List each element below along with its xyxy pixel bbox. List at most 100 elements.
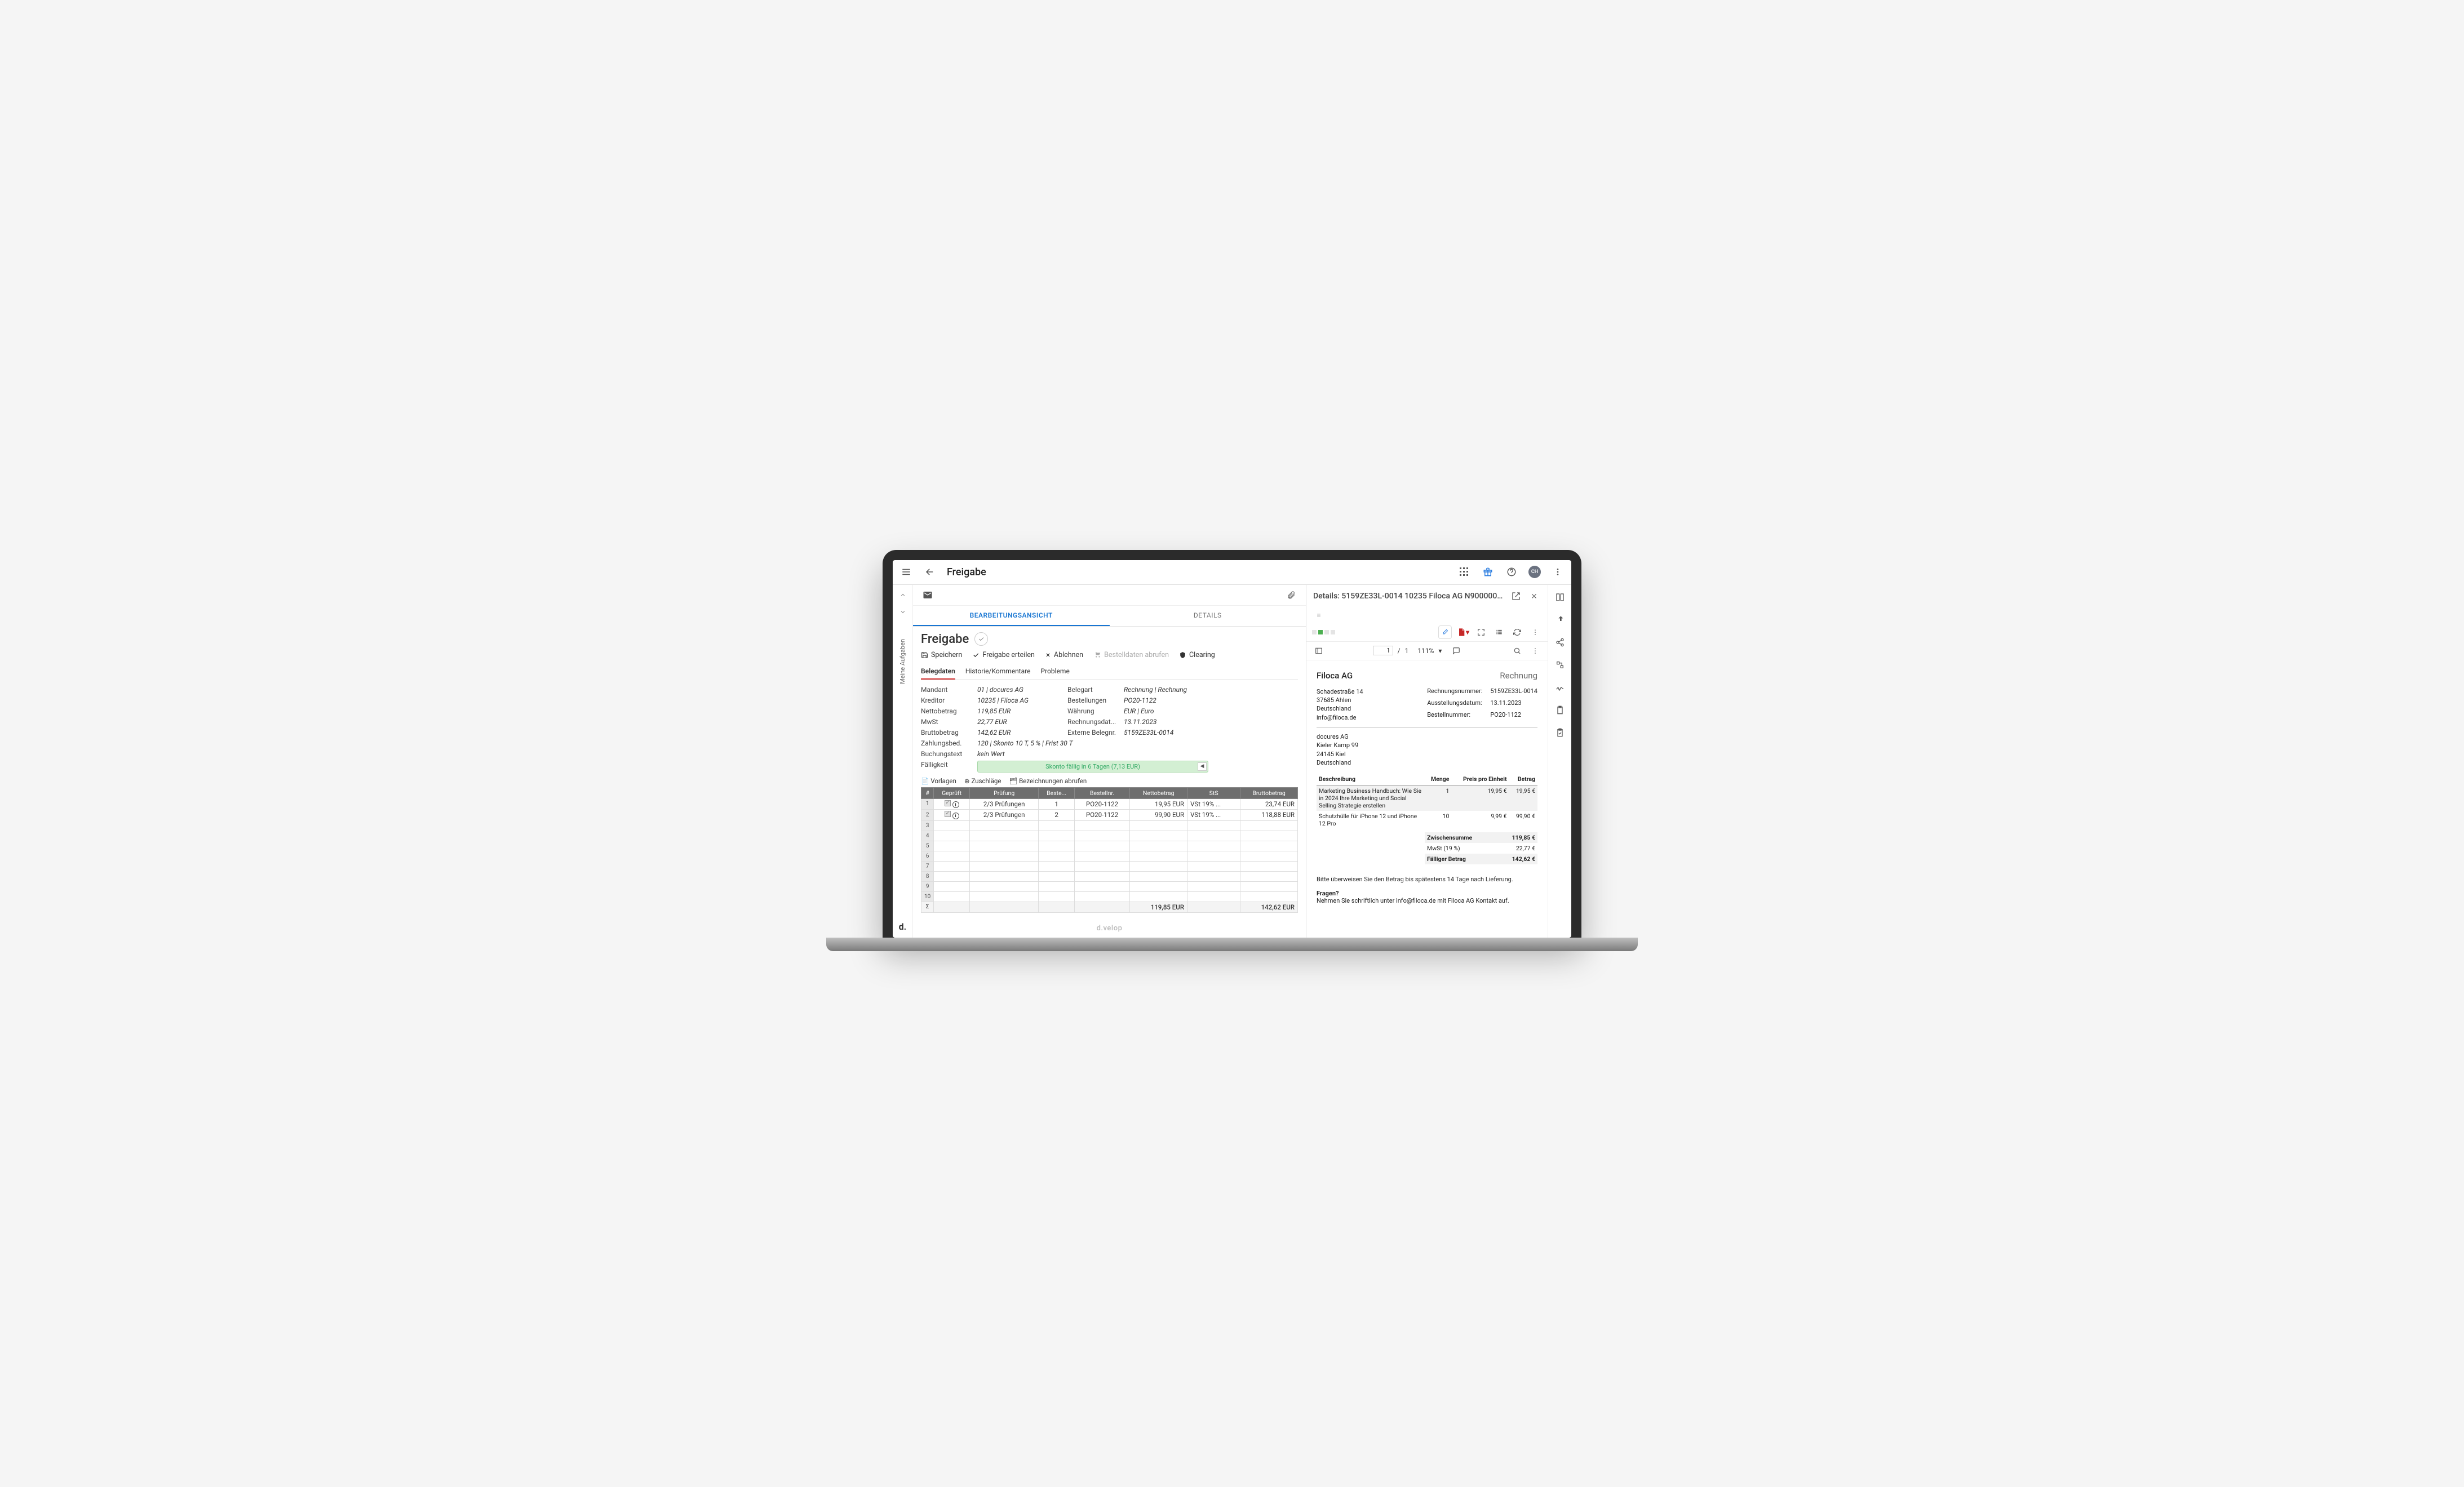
- more-vert-icon[interactable]: ⋮: [1528, 644, 1542, 658]
- search-icon[interactable]: [1510, 644, 1524, 658]
- help-icon[interactable]: [1505, 565, 1518, 579]
- back-icon[interactable]: [923, 565, 937, 579]
- clipboard-check-icon[interactable]: [1553, 726, 1567, 739]
- mandant-label: Mandant: [921, 686, 972, 694]
- mail-icon[interactable]: [921, 588, 934, 602]
- table-row[interactable]: 5: [921, 841, 1298, 851]
- invoice-type: Rechnung: [1500, 671, 1537, 681]
- bezeichnungen-button[interactable]: 🗂 Bezeichnungen abrufen: [1009, 777, 1087, 785]
- table-row[interactable]: 8: [921, 871, 1298, 881]
- invoice-items: Beschreibung Menge Preis pro Einheit Bet…: [1317, 773, 1537, 829]
- clearing-button[interactable]: Clearing: [1179, 651, 1215, 659]
- kreditor-value: 10235 | Filoca AG: [977, 696, 1062, 704]
- table-row[interactable]: 10: [921, 891, 1298, 902]
- table-row[interactable]: 4: [921, 831, 1298, 841]
- zahlungsbed-label: Zahlungsbed.: [921, 739, 972, 747]
- reject-button[interactable]: Ablehnen: [1045, 651, 1083, 659]
- more-vert-icon[interactable]: ⋮: [1528, 625, 1542, 639]
- info-icon[interactable]: i: [952, 801, 959, 808]
- belegart-label: Belegart: [1067, 686, 1118, 694]
- table-row[interactable]: 3: [921, 820, 1298, 831]
- subtab-belegdaten[interactable]: Belegdaten: [921, 664, 955, 680]
- invoice-item-row: Schutzhülle für iPhone 12 und iPhone 12 …: [1317, 811, 1537, 829]
- brand-short-logo: d.: [899, 921, 907, 932]
- table-row[interactable]: 6: [921, 851, 1298, 861]
- share-pdf-icon[interactable]: [1553, 613, 1567, 627]
- buchungstext-label: Buchungstext: [921, 750, 972, 758]
- checkbox-icon[interactable]: [945, 811, 951, 817]
- info-icon[interactable]: i: [952, 813, 959, 819]
- workflow-icon[interactable]: [1553, 658, 1567, 672]
- mandant-value: 01 | docures AG: [977, 686, 1062, 694]
- invoice-document: Filoca AG Rechnung Schadestraße 1437685 …: [1306, 660, 1548, 938]
- left-sidebar: Meine Aufgaben d.: [893, 585, 913, 938]
- chevron-up-icon[interactable]: [896, 588, 910, 602]
- menu-icon[interactable]: [899, 565, 913, 579]
- col-bestell-pos: Beste...: [1039, 787, 1074, 798]
- table-sum-row: Σ119,85 EUR142,62 EUR: [921, 902, 1298, 912]
- mwst-value: 22,77 EUR: [977, 718, 1062, 726]
- invoice-note: Bitte überweisen Sie den Betrag bis spät…: [1317, 876, 1537, 883]
- kreditor-label: Kreditor: [921, 696, 972, 704]
- avatar[interactable]: CH: [1528, 566, 1541, 578]
- belegart-value: Rechnung | Rechnung: [1124, 686, 1208, 694]
- table-row[interactable]: 7: [921, 861, 1298, 871]
- zoom-level[interactable]: 111%: [1417, 647, 1434, 655]
- open-external-icon[interactable]: [1509, 589, 1523, 603]
- edit-icon[interactable]: [1438, 625, 1452, 639]
- pdf-icon[interactable]: ▾: [1456, 625, 1470, 639]
- drag-handle-icon[interactable]: ≡: [1312, 609, 1326, 622]
- col-bestellnr: Bestellnr.: [1074, 787, 1130, 798]
- tab-edit-view[interactable]: BEARBEITUNGSANSICHT: [913, 606, 1110, 626]
- vorlagen-button[interactable]: 📄 Vorlagen: [921, 777, 956, 785]
- tab-details-view[interactable]: DETAILS: [1110, 606, 1306, 626]
- subtab-probleme[interactable]: Probleme: [1041, 664, 1070, 680]
- share-icon[interactable]: [1553, 636, 1567, 649]
- nettobetrag-value: 119,85 EUR: [977, 707, 1062, 715]
- skonto-collapse-icon[interactable]: ◀: [1198, 762, 1207, 771]
- refresh-icon[interactable]: [1510, 625, 1524, 639]
- faelligkeit-label: Fälligkeit: [921, 761, 972, 773]
- zuschlaege-button[interactable]: ⊕ Zuschläge: [964, 777, 1001, 785]
- checkbox-icon[interactable]: [945, 800, 951, 806]
- col-nettobetrag: Nettobetrag: [1130, 787, 1187, 798]
- fetch-order-button[interactable]: Bestelldaten abrufen: [1093, 651, 1169, 659]
- approve-button[interactable]: Freigabe erteilen: [972, 651, 1035, 659]
- apps-grid-icon[interactable]: [1457, 565, 1471, 579]
- save-button[interactable]: Speichern: [921, 651, 962, 659]
- more-vert-icon[interactable]: [1551, 565, 1565, 579]
- check-circle-icon[interactable]: [974, 632, 988, 646]
- progress-indicator: [1312, 630, 1335, 634]
- sidebar-toggle-icon[interactable]: [1312, 644, 1326, 658]
- col-pruefung: Prüfung: [969, 787, 1038, 798]
- externe-belegnr-label: Externe Belegnr.: [1067, 729, 1118, 736]
- bruttobetrag-label: Bruttobetrag: [921, 729, 972, 736]
- field-grid: Mandant 01 | docures AG Belegart Rechnung …: [921, 686, 1298, 773]
- zahlungsbed-value: 120 | Skonto 10 T, 5 % | Frist 30 T: [977, 739, 1208, 747]
- comment-icon[interactable]: [1450, 644, 1463, 658]
- gift-icon[interactable]: [1481, 565, 1495, 579]
- col-geprueft: Geprüft: [934, 787, 970, 798]
- line-items-table: # Geprüft Prüfung Beste... Bestellnr. Ne…: [921, 787, 1298, 913]
- col-bruttobetrag: Bruttobetrag: [1240, 787, 1298, 798]
- signature-icon[interactable]: [1553, 681, 1567, 694]
- col-index: #: [921, 787, 934, 798]
- page-total: 1: [1405, 647, 1409, 655]
- invoice-meta: Rechnungsnummer:5159ZE33L-0014 Ausstellu…: [1427, 687, 1537, 722]
- table-row[interactable]: 9: [921, 881, 1298, 891]
- close-icon[interactable]: [1527, 589, 1541, 603]
- chevron-down-icon[interactable]: [896, 605, 910, 619]
- table-row[interactable]: 1 i 2/3 Prüfungen 1 PO20-1122 19,95 EUR …: [921, 798, 1298, 810]
- fullscreen-icon[interactable]: [1474, 625, 1488, 639]
- attachment-icon[interactable]: [1284, 588, 1298, 602]
- clipboard-icon[interactable]: [1553, 703, 1567, 717]
- columns-icon[interactable]: [1553, 591, 1567, 604]
- table-row[interactable]: 2 i 2/3 Prüfungen 2 PO20-1122 99,90 EUR …: [921, 810, 1298, 821]
- pdf-nav-bar: / 1 111%▾ ⋮: [1306, 642, 1548, 660]
- edit-panel: BEARBEITUNGSANSICHT DETAILS Freigabe Spe…: [913, 585, 1306, 938]
- list-icon[interactable]: [1492, 625, 1506, 639]
- invoice-totals: Zwischensumme119,85 € MwSt (19 %)22,77 €…: [1425, 832, 1537, 864]
- subtab-historie[interactable]: Historie/Kommentare: [965, 664, 1031, 680]
- recipient-address: docures AGKieler Kamp 9924145 KielDeutsc…: [1317, 733, 1537, 767]
- page-number-input[interactable]: [1373, 646, 1393, 655]
